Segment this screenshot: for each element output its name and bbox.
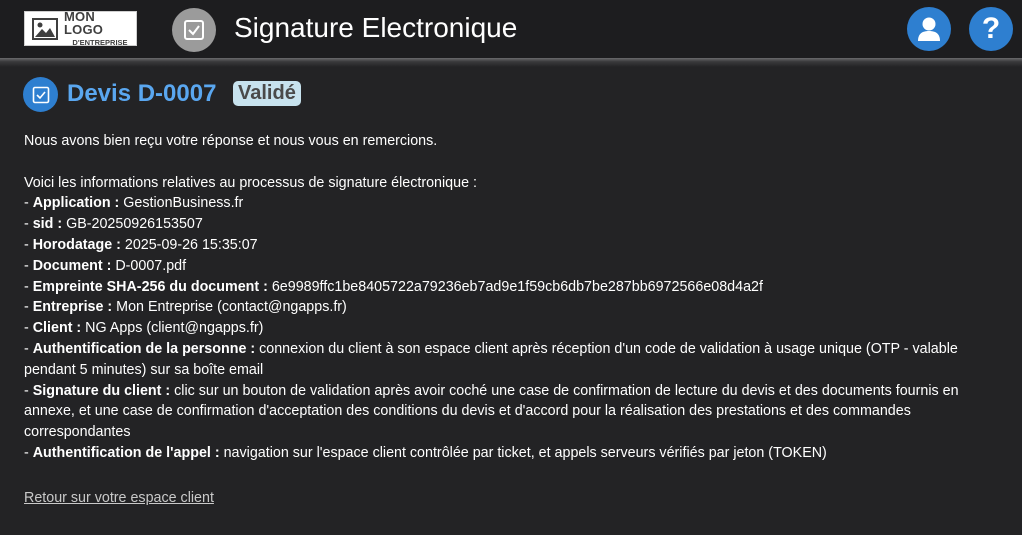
- checkbox-icon: [172, 8, 216, 52]
- item-label: Empreinte SHA-256 du document :: [32, 278, 268, 295]
- info-item-call-auth: - Authentification de l'appel : navigati…: [24, 443, 1004, 464]
- top-bar-shadow: [0, 58, 1022, 67]
- item-value: Mon Entreprise (contact@ngapps.fr): [112, 299, 347, 316]
- info-item-company: - Entreprise : Mon Entreprise (contact@n…: [24, 297, 1004, 318]
- logo-line1: MON LOGO: [64, 9, 104, 38]
- logo-line2: D'ENTREPRISE: [72, 38, 128, 48]
- item-prefix: -: [24, 257, 33, 274]
- item-label: Application :: [32, 195, 120, 212]
- info-item-client-signature: - Signature du client : clic sur un bout…: [24, 381, 1004, 443]
- user-icon: [918, 17, 940, 41]
- item-label: sid :: [32, 216, 63, 233]
- item-value: navigation sur l'espace client contrôlée…: [219, 444, 827, 461]
- app-title: Signature Electronique: [234, 12, 518, 43]
- item-label: Authentification de l'appel :: [32, 444, 220, 461]
- checkbox-icon: [23, 77, 58, 112]
- item-label: Client :: [32, 320, 82, 337]
- item-value: GB-20250926153507: [62, 216, 203, 233]
- item-prefix: -: [24, 195, 33, 212]
- info-item-sha256: - Empreinte SHA-256 du document : 6e9989…: [24, 277, 1004, 298]
- info-item-document: - Document : D-0007.pdf: [24, 256, 1004, 277]
- item-prefix: -: [24, 444, 33, 461]
- help-icon: ?: [981, 12, 1001, 45]
- info-item-client: - Client : NG Apps (client@ngapps.fr): [24, 318, 1004, 339]
- user-account-button[interactable]: [907, 7, 951, 51]
- back-to-client-space-link[interactable]: Retour sur votre espace client: [24, 488, 214, 508]
- image-placeholder-icon: [32, 17, 58, 40]
- item-label: Signature du client :: [32, 382, 171, 399]
- item-label: Entreprise :: [32, 299, 113, 316]
- info-item-sid: - sid : GB-20250926153507: [24, 214, 1004, 235]
- logo-text: MON LOGO D'ENTREPRISE: [64, 10, 136, 47]
- item-prefix: -: [24, 278, 33, 295]
- info-item-timestamp: - Horodatage : 2025-09-26 15:35:07: [24, 235, 1004, 256]
- item-value: 6e9989ffc1be8405722a79236eb7ad9e1f59cb6d…: [267, 278, 763, 295]
- company-logo[interactable]: MON LOGO D'ENTREPRISE: [24, 10, 137, 47]
- item-prefix: -: [24, 340, 33, 357]
- document-title: Devis D-0007: [67, 80, 217, 107]
- item-value: GestionBusiness.fr: [119, 195, 244, 212]
- item-label: Document :: [32, 257, 112, 274]
- intro-text: Voici les informations relatives au proc…: [24, 174, 477, 191]
- thanks-message: Nous avons bien reçu votre réponse et no…: [24, 133, 438, 149]
- item-prefix: -: [24, 320, 33, 337]
- top-bar: MON LOGO D'ENTREPRISE Signature Electron…: [0, 0, 1022, 58]
- status-badge: Validé: [233, 81, 301, 106]
- signature-details: Nous avons bien reçu votre réponse et no…: [24, 131, 1004, 464]
- help-button[interactable]: ?: [969, 7, 1013, 51]
- item-prefix: -: [24, 216, 33, 233]
- info-item-person-auth: - Authentification de la personne : conn…: [24, 339, 1004, 381]
- item-label: Horodatage :: [32, 236, 121, 253]
- item-value: D-0007.pdf: [111, 257, 187, 274]
- item-label: Authentification de la personne :: [32, 340, 256, 357]
- info-item-application: - Application : GestionBusiness.fr: [24, 193, 1004, 214]
- item-prefix: -: [24, 299, 33, 316]
- item-prefix: -: [24, 236, 33, 253]
- item-value: 2025-09-26 15:35:07: [120, 236, 258, 253]
- item-value: NG Apps (client@ngapps.fr): [81, 320, 264, 337]
- item-prefix: -: [24, 382, 33, 399]
